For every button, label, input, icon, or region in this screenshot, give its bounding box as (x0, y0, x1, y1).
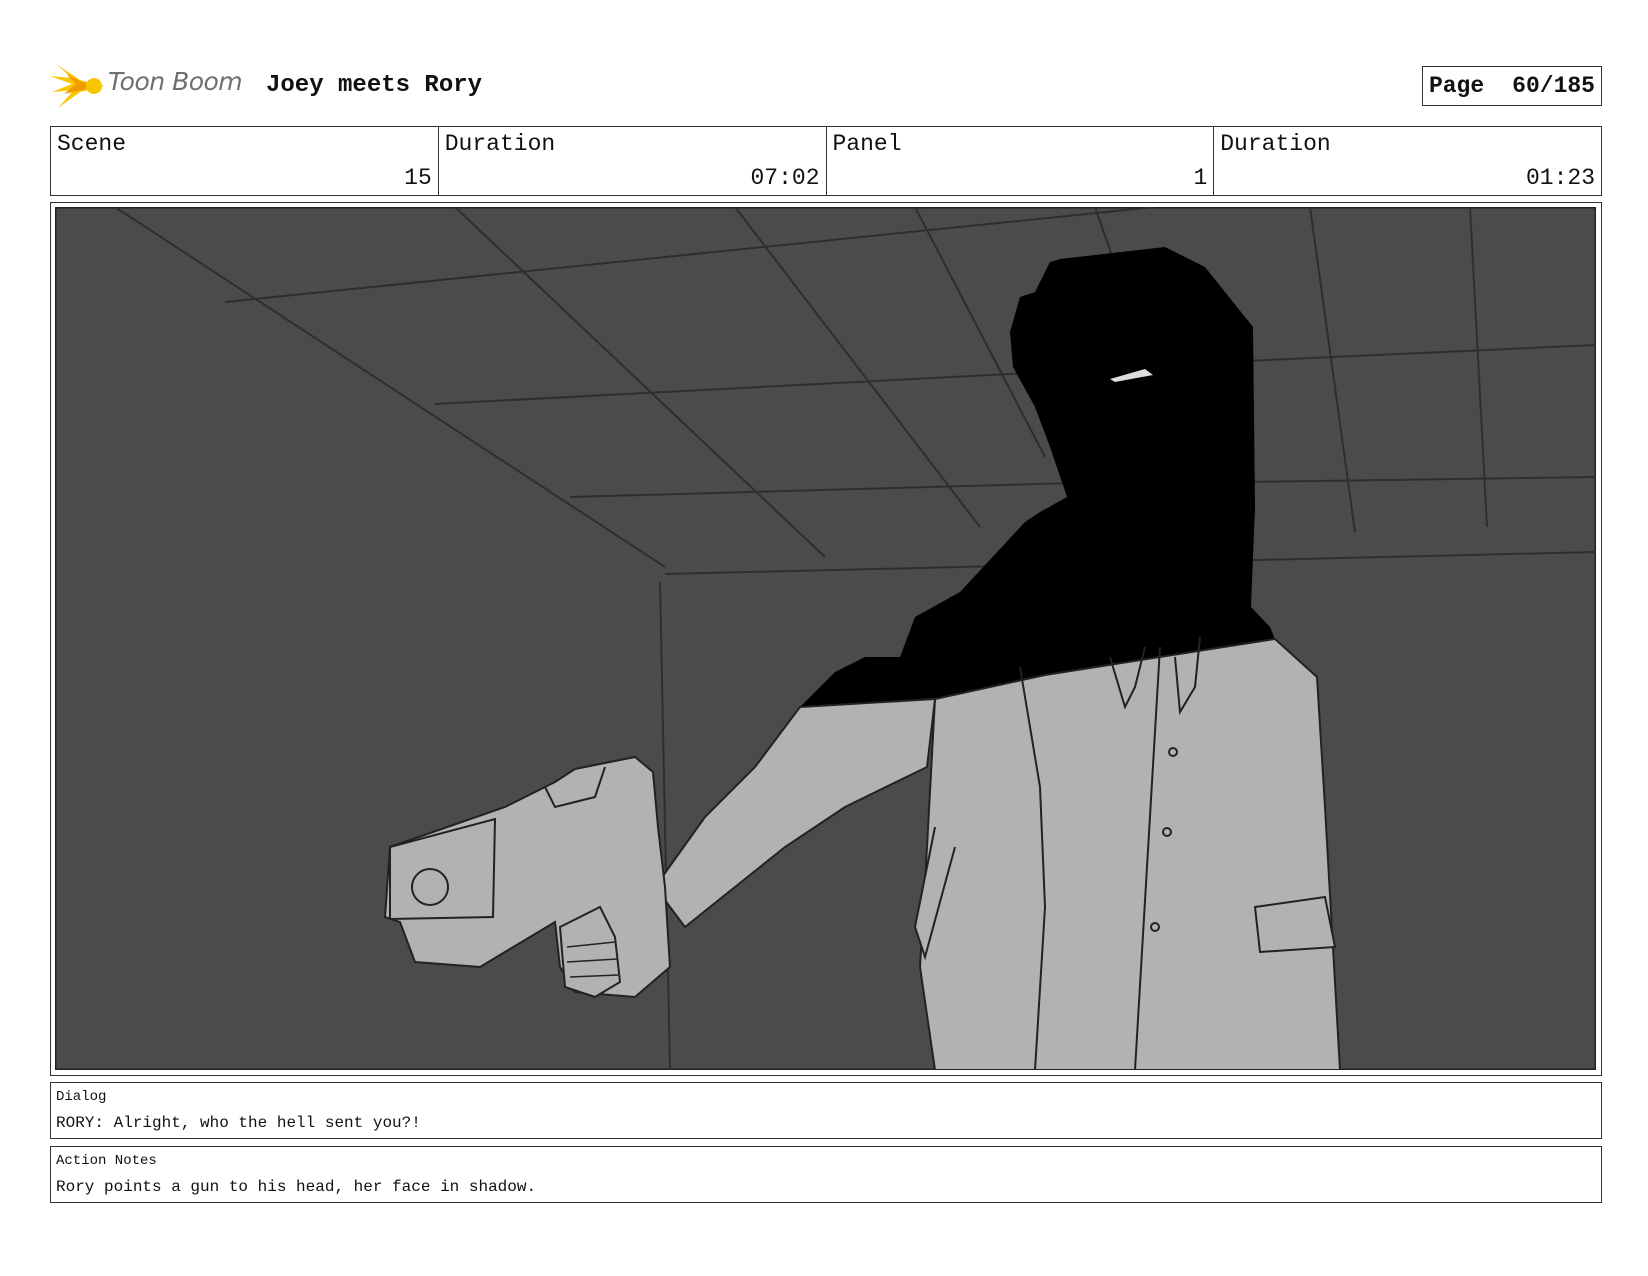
storyboard-panel (50, 202, 1602, 1076)
logo-burst-icon (50, 64, 104, 108)
dialog-box: Dialog RORY: Alright, who the hell sent … (50, 1082, 1602, 1139)
scene-cell: Scene 15 (51, 127, 439, 195)
scene-duration-label: Duration (444, 131, 556, 157)
action-notes-text: Rory points a gun to his head, her face … (56, 1178, 537, 1196)
scene-label: Scene (57, 131, 127, 157)
scene-value: 15 (404, 165, 432, 191)
panel-cell: Panel 1 (827, 127, 1215, 195)
action-notes-label: Action Notes (56, 1153, 157, 1169)
panel-duration-label: Duration (1220, 131, 1331, 157)
page-value: 60/185 (1512, 73, 1595, 99)
panel-duration-cell: Duration 01:23 (1214, 127, 1601, 195)
logo-text: Toon Boom (108, 67, 243, 96)
panel-sketch-image (55, 207, 1596, 1070)
action-notes-box: Action Notes Rory points a gun to his he… (50, 1146, 1602, 1203)
page-counter: Page 60/185 (1421, 66, 1602, 106)
dialog-label: Dialog (56, 1089, 107, 1105)
toon-boom-logo: Toon Boom (50, 58, 250, 114)
dialog-text: RORY: Alright, who the hell sent you?! (56, 1114, 421, 1132)
project-title: Joey meets Rory (266, 72, 483, 99)
page-label: Page (1428, 73, 1485, 99)
storyboard-header: Toon Boom Joey meets Rory Page 60/185 (50, 58, 1602, 114)
panel-label: Panel (832, 131, 902, 157)
panel-value: 1 (1193, 165, 1208, 191)
panel-duration-value: 01:23 (1525, 165, 1595, 191)
scene-duration-cell: Duration 07:02 (439, 127, 827, 195)
scene-info-row: Scene 15 Duration 07:02 Panel 1 Duration… (50, 126, 1602, 196)
scene-duration-value: 07:02 (750, 165, 820, 191)
